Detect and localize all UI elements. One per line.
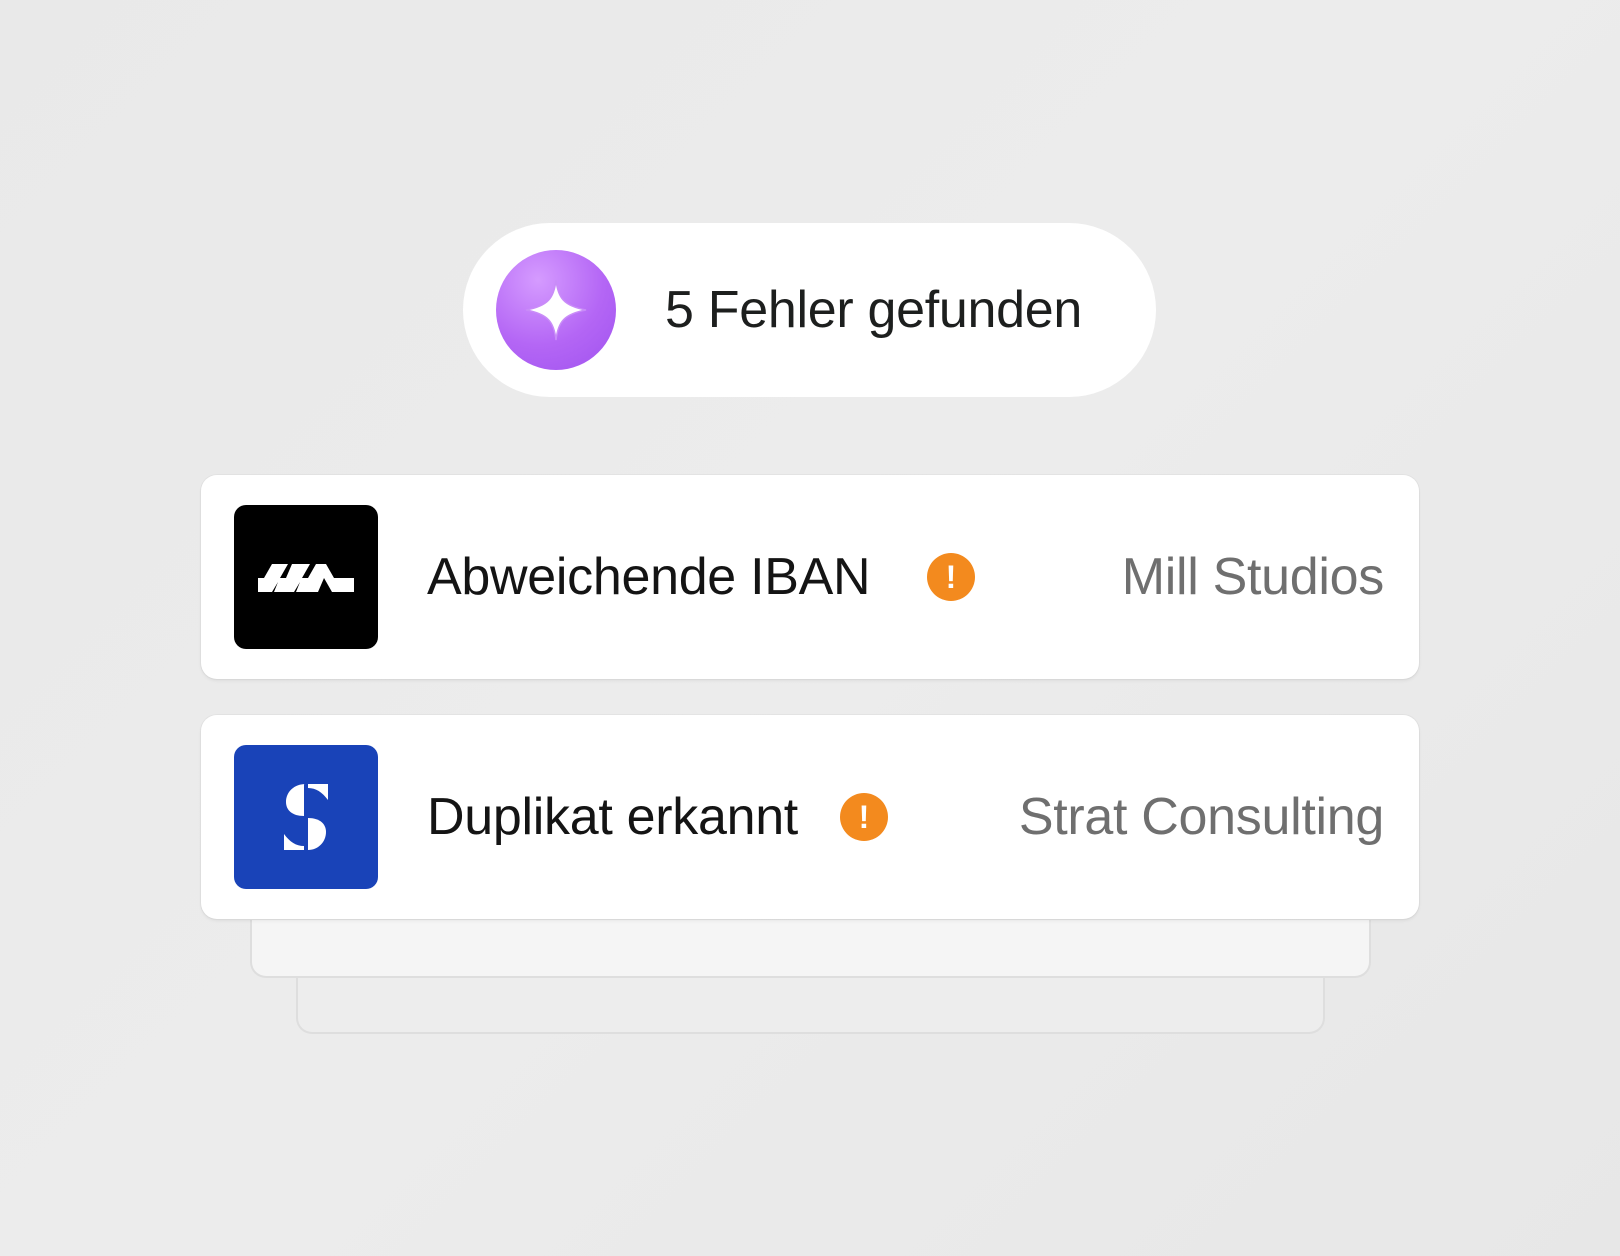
stacked-card-placeholder — [296, 976, 1325, 1034]
issue-title: Abweichende IBAN — [427, 548, 871, 606]
sparkle-icon — [496, 250, 616, 370]
status-text: 5 Fehler gefunden — [665, 281, 1082, 339]
issue-title: Duplikat erkannt — [427, 788, 798, 846]
company-name: Mill Studios — [1121, 548, 1385, 606]
status-pill: 5 Fehler gefunden — [463, 223, 1156, 397]
exclamation-icon: ! — [927, 553, 975, 601]
issue-card[interactable]: Duplikat erkannt ! Strat Consulting — [201, 715, 1419, 919]
stacked-card-placeholder — [250, 920, 1371, 978]
exclamation-icon: ! — [840, 793, 888, 841]
company-name: Strat Consulting — [1018, 788, 1384, 846]
strat-consulting-logo — [234, 745, 378, 889]
mill-studios-logo — [234, 505, 378, 649]
issue-card[interactable]: Abweichende IBAN ! Mill Studios — [201, 475, 1419, 679]
